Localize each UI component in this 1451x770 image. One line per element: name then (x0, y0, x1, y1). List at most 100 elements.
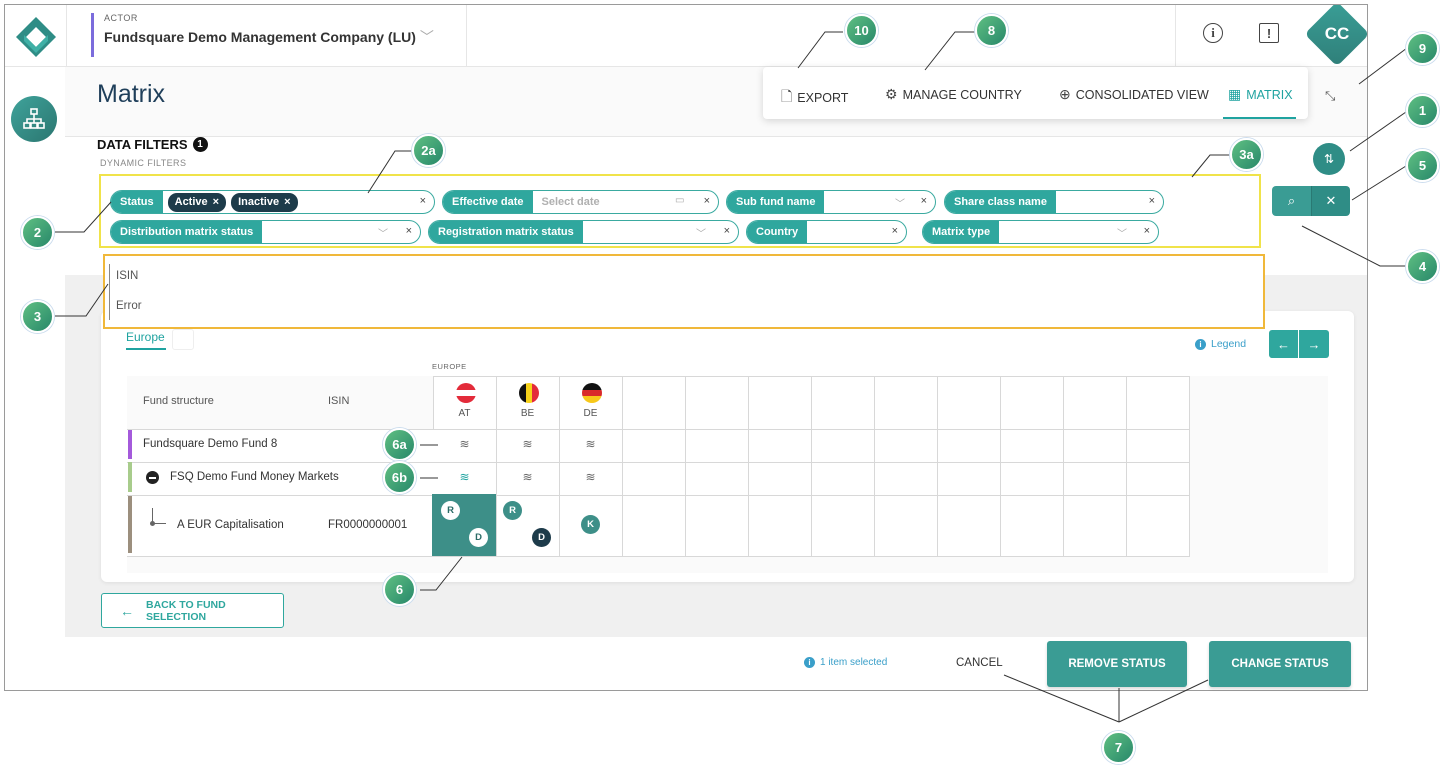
matrix-cell[interactable] (874, 462, 938, 496)
matrix-cell[interactable] (1063, 376, 1127, 430)
matrix-cell[interactable] (748, 495, 812, 557)
calendar-icon[interactable]: ▭ (675, 195, 684, 206)
tab-europe[interactable]: Europe (126, 330, 165, 344)
chevron-down-icon[interactable]: ﹀ (378, 225, 388, 240)
collapse-icon[interactable]: ⤡ (1325, 88, 1335, 104)
matrix-cell[interactable] (811, 495, 875, 557)
alert-icon[interactable]: ! (1259, 23, 1279, 43)
status-d[interactable]: D (469, 528, 488, 547)
next-button[interactable]: → (1299, 330, 1329, 358)
clear-filter-icon[interactable]: × (420, 195, 426, 207)
matrix-cell[interactable] (811, 462, 875, 496)
clear-filter-icon[interactable]: × (1144, 225, 1150, 237)
remove-status-button[interactable]: REMOVE STATUS (1047, 641, 1187, 687)
cancel-button[interactable]: CANCEL (956, 657, 1003, 669)
matrix-cell[interactable] (622, 429, 686, 463)
layers-icon[interactable]: ≋ (496, 470, 559, 484)
selected-matrix-cell[interactable] (432, 494, 496, 556)
matrix-cell[interactable] (937, 495, 1001, 557)
status-filter[interactable]: Status Active × Inactive × × (110, 190, 435, 214)
matrix-cell[interactable] (874, 495, 938, 557)
filter-settings-button[interactable]: ⇅ (1313, 143, 1345, 175)
status-tag-inactive[interactable]: Inactive × (231, 192, 298, 212)
matrix-type-filter[interactable]: Matrix type ﹀ × (922, 220, 1159, 244)
clear-filter-icon[interactable]: × (406, 225, 412, 237)
matrix-cell[interactable] (622, 462, 686, 496)
export-button[interactable]: 🗋 EXPORT (781, 86, 848, 110)
matrix-cell[interactable] (937, 429, 1001, 463)
collapse-row-icon[interactable] (146, 471, 159, 484)
layers-icon[interactable]: ≋ (433, 437, 496, 451)
layers-icon[interactable]: ≋ (559, 470, 622, 484)
hierarchy-button[interactable] (11, 96, 57, 142)
manage-country-button[interactable]: ⚙ MANAGE COUNTRY (885, 86, 1022, 103)
matrix-cell[interactable] (685, 429, 749, 463)
share-class-filter[interactable]: Share class name × (944, 190, 1164, 214)
sub-fund-name[interactable]: FSQ Demo Fund Money Markets (170, 471, 339, 483)
matrix-cell[interactable] (685, 376, 749, 430)
dropdown-option-error[interactable]: Error (116, 300, 142, 312)
clear-filter-icon[interactable]: × (921, 195, 927, 207)
close-icon[interactable]: × (213, 196, 219, 208)
matrix-button[interactable]: ▦ MATRIX (1228, 86, 1293, 103)
matrix-cell[interactable] (1126, 462, 1190, 496)
effective-date-filter[interactable]: Effective date Select date ▭ × (442, 190, 719, 214)
status-tag-active[interactable]: Active × (167, 192, 227, 212)
status-r[interactable]: R (503, 501, 522, 520)
close-icon[interactable]: × (284, 196, 290, 208)
matrix-cell[interactable] (748, 429, 812, 463)
info-icon[interactable]: i (1203, 23, 1223, 43)
matrix-cell[interactable] (1126, 429, 1190, 463)
matrix-cell[interactable] (1126, 376, 1190, 430)
legend-link[interactable]: i Legend (1195, 338, 1246, 350)
clear-all-button[interactable]: ✕ (1311, 186, 1350, 216)
layers-icon[interactable]: ≋ (559, 437, 622, 451)
matrix-cell[interactable] (811, 376, 875, 430)
actor-selector[interactable]: ACTOR Fundsquare Demo Management Company… (91, 13, 434, 57)
matrix-cell[interactable] (685, 495, 749, 557)
matrix-cell[interactable] (622, 495, 686, 557)
clear-filter-icon[interactable]: × (724, 225, 730, 237)
layers-icon[interactable]: ≋ (433, 470, 496, 484)
matrix-cell[interactable] (1000, 429, 1064, 463)
matrix-cell[interactable] (1000, 376, 1064, 430)
matrix-cell[interactable] (874, 376, 938, 430)
matrix-cell[interactable] (937, 462, 1001, 496)
matrix-cell[interactable] (748, 462, 812, 496)
matrix-cell[interactable] (1063, 462, 1127, 496)
status-k[interactable]: K (581, 515, 600, 534)
country-filter[interactable]: Country × (746, 220, 907, 244)
search-button[interactable]: ⌕ (1272, 186, 1311, 216)
fund-name[interactable]: Fundsquare Demo Fund 8 (143, 438, 277, 450)
dropdown-option-isin[interactable]: ISIN (116, 270, 138, 282)
matrix-cell[interactable] (1063, 429, 1127, 463)
avatar-initials[interactable]: CC (1314, 11, 1360, 57)
chevron-down-icon[interactable]: ﹀ (895, 195, 905, 210)
matrix-cell[interactable] (1126, 495, 1190, 557)
logo[interactable] (5, 5, 67, 67)
matrix-cell[interactable] (937, 376, 1001, 430)
matrix-cell[interactable] (1000, 462, 1064, 496)
chevron-down-icon[interactable]: ﹀ (696, 225, 706, 240)
clear-filter-icon[interactable]: × (704, 195, 710, 207)
tab-placeholder[interactable] (172, 329, 194, 350)
matrix-cell[interactable] (1063, 495, 1127, 557)
matrix-cell[interactable] (1000, 495, 1064, 557)
layers-icon[interactable]: ≋ (496, 437, 559, 451)
chevron-down-icon[interactable]: ﹀ (1117, 225, 1127, 240)
status-d[interactable]: D (532, 528, 551, 547)
distribution-status-filter[interactable]: Distribution matrix status ﹀ × (110, 220, 421, 244)
change-status-button[interactable]: CHANGE STATUS (1209, 641, 1351, 687)
matrix-cell[interactable] (748, 376, 812, 430)
matrix-cell[interactable] (811, 429, 875, 463)
share-class-name[interactable]: A EUR Capitalisation (177, 519, 284, 531)
previous-button[interactable]: ← (1269, 330, 1299, 358)
date-input[interactable]: Select date (533, 196, 600, 208)
status-r[interactable]: R (441, 501, 460, 520)
consolidated-view-button[interactable]: ⊕ CONSOLIDATED VIEW (1059, 86, 1209, 103)
registration-status-filter[interactable]: Registration matrix status ﹀ × (428, 220, 739, 244)
matrix-cell[interactable] (685, 462, 749, 496)
back-to-fund-selection-button[interactable]: ← BACK TO FUND SELECTION (101, 593, 284, 628)
clear-filter-icon[interactable]: × (1149, 195, 1155, 207)
matrix-cell[interactable] (874, 429, 938, 463)
